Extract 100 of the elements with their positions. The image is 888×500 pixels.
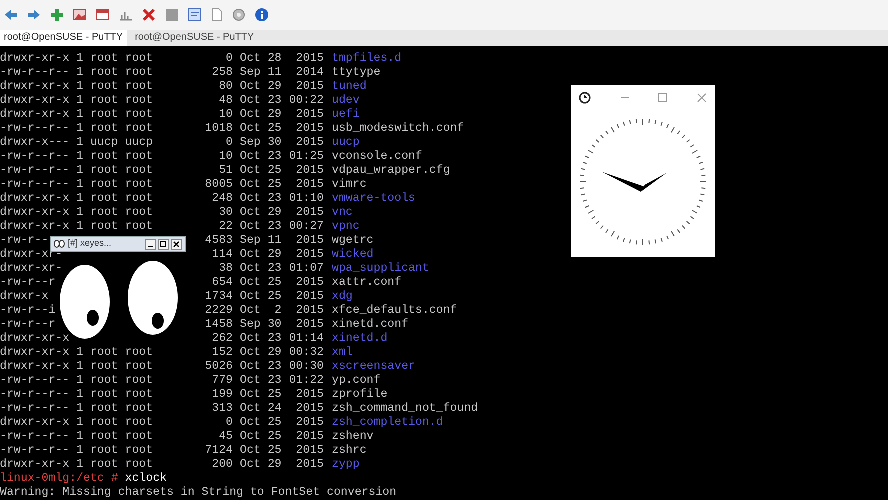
file-name: wgetrc (332, 234, 374, 248)
size-text: 38 (219, 262, 233, 276)
file-name: tuned (332, 80, 367, 94)
date-text: Oct 23 (240, 332, 282, 346)
permissions-text: -rw-r--r (0, 276, 56, 290)
time-text: 2015 (295, 136, 324, 150)
time-text: 00:22 (289, 94, 324, 108)
prompt-text: linux-0mlg:/etc # (0, 472, 118, 486)
date-text: Oct 25 (240, 416, 282, 430)
date-text: Oct 23 (240, 94, 282, 108)
time-text: 00:30 (289, 360, 324, 374)
file-name: xfce_defaults.conf (332, 304, 458, 318)
page-icon[interactable] (211, 8, 223, 22)
permissions-text: -rw-r--r-- 1 root root (0, 444, 154, 458)
date-text: Oct 25 (240, 430, 282, 444)
size-text: 51 (219, 164, 233, 178)
time-text: 01:22 (289, 374, 324, 388)
size-text: 48 (219, 94, 233, 108)
time-text: 2015 (295, 52, 324, 66)
date-text: Oct 23 (240, 360, 282, 374)
size-text: 10 (219, 108, 233, 122)
file-name: uucp (332, 136, 360, 150)
settings-icon[interactable] (232, 8, 246, 22)
date-text: Sep 30 (240, 318, 282, 332)
size-text: 313 (212, 402, 233, 416)
date-text: Oct 2 (240, 304, 282, 318)
file-name: zsh_command_not_found (332, 402, 478, 416)
permissions-text: -rw-r--r-- 1 root root (0, 66, 154, 80)
permissions-text: drwxr-xr-x 1 root root (0, 52, 154, 66)
time-text: 2015 (295, 304, 324, 318)
time-text: 01:07 (289, 262, 324, 276)
minimize-icon[interactable] (145, 238, 156, 250)
file-name: zshenv (332, 430, 374, 444)
date-text: Oct 23 (240, 150, 282, 164)
file-name: vdpau_wrapper.cfg (332, 164, 450, 178)
tab[interactable]: root@OpenSUSE - PuTTY (0, 30, 128, 46)
file-name: zypp (332, 458, 360, 472)
time-text: 2015 (295, 290, 324, 304)
window-icon[interactable] (188, 8, 202, 22)
window-title: [#] xeyes... (68, 237, 112, 250)
file-name: zsh_completion.d (332, 416, 444, 430)
size-text: 258 (212, 66, 233, 80)
size-text: 248 (212, 192, 233, 206)
time-text: 2015 (295, 164, 324, 178)
time-text: 2015 (295, 318, 324, 332)
back-arrow-icon[interactable] (4, 9, 18, 21)
permissions-text: -rw-r-- (0, 234, 49, 248)
file-name: vnc (332, 206, 353, 220)
clock-icon (579, 92, 591, 104)
time-text: 2015 (295, 276, 324, 290)
file-name: yp.conf (332, 374, 381, 388)
chart-icon[interactable] (119, 9, 133, 21)
file-name: zshrc (332, 444, 367, 458)
size-text: 0 (226, 416, 233, 430)
permissions-text: -rw-r--r-- 1 root root (0, 150, 154, 164)
date-text: Oct 29 (240, 458, 282, 472)
file-name: tmpfiles.d (332, 52, 402, 66)
date-text: Oct 25 (240, 164, 282, 178)
size-text: 45 (219, 430, 233, 444)
time-text: 2015 (295, 108, 324, 122)
size-text: 114 (212, 248, 233, 262)
eyes-icon (54, 240, 65, 248)
forward-arrow-icon[interactable] (27, 9, 41, 21)
time-text: 00:27 (289, 220, 324, 234)
window-icon[interactable] (96, 9, 110, 21)
date-text: Oct 23 (240, 262, 282, 276)
time-text: 2015 (295, 402, 324, 416)
permissions-text: drwxr-xr-x 1 root root (0, 80, 154, 94)
time-text: 2015 (295, 122, 324, 136)
time-text: 2015 (295, 234, 324, 248)
date-text: Oct 28 (240, 52, 282, 66)
file-name: vpnc (332, 220, 360, 234)
image-icon[interactable] (73, 9, 87, 21)
time-text: 2015 (295, 178, 324, 192)
date-text: Oct 29 (240, 346, 282, 360)
file-name: xinetd.conf (332, 318, 409, 332)
size-text: 152 (212, 346, 233, 360)
size-text: 4583 (205, 234, 233, 248)
file-name: vmware-tools (332, 192, 416, 206)
time-text: 2015 (295, 388, 324, 402)
date-text: Oct 29 (240, 248, 282, 262)
time-text: 2015 (295, 248, 324, 262)
file-name: uefi (332, 108, 360, 122)
size-text: 1458 (205, 318, 233, 332)
maximize-icon[interactable] (158, 238, 169, 250)
info-icon[interactable] (255, 8, 269, 22)
permissions-text: -rw-r--r-- 1 root root (0, 388, 154, 402)
size-text: 80 (219, 80, 233, 94)
permissions-text: -rw-r--r-- 1 root root (0, 164, 154, 178)
permissions-text: drwxr-x--- 1 uucp uucp (0, 136, 154, 150)
date-text: Oct 23 (240, 374, 282, 388)
permissions-text: -rw-r--r (0, 318, 56, 332)
close-icon[interactable] (171, 238, 182, 250)
plus-icon[interactable] (50, 8, 64, 22)
permissions-text: -rw-r--r-- 1 root root (0, 374, 154, 388)
permissions-text: drwxr-xr-x 1 root root (0, 458, 154, 472)
date-text: Sep 11 (240, 234, 282, 248)
file-name: ttytype (332, 66, 381, 80)
size-text: 10 (219, 150, 233, 164)
file-name: udev (332, 94, 360, 108)
